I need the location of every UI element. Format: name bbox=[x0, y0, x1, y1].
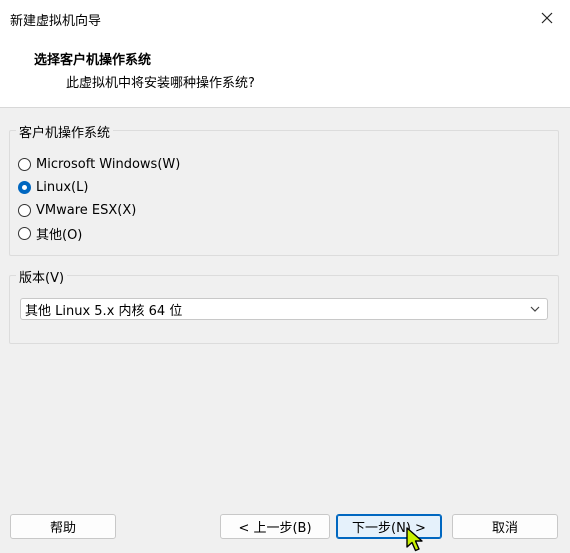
version-legend: 版本(V) bbox=[16, 267, 68, 286]
os-option-other[interactable]: 其他(O) bbox=[18, 223, 82, 243]
chevron-down-icon bbox=[530, 306, 540, 312]
page-title: 选择客户机操作系统 bbox=[34, 53, 152, 68]
os-option-label: Linux(L) bbox=[36, 179, 89, 195]
os-option-label: VMware ESX(X) bbox=[36, 202, 137, 218]
guest-os-legend: 客户机操作系统 bbox=[16, 122, 114, 141]
back-button[interactable]: < 上一步(B) bbox=[220, 514, 330, 539]
radio-button-checked[interactable] bbox=[18, 180, 31, 194]
version-selected-value: 其他 Linux 5.x 内核 64 位 bbox=[25, 303, 183, 319]
version-select[interactable]: 其他 Linux 5.x 内核 64 位 bbox=[20, 298, 548, 320]
radio-button[interactable] bbox=[18, 226, 31, 240]
version-group: 版本(V) 其他 Linux 5.x 内核 64 位 bbox=[9, 267, 559, 344]
radio-button[interactable] bbox=[18, 203, 31, 217]
guest-os-group: 客户机操作系统 Microsoft Windows(W) Linux(L) VM… bbox=[9, 122, 559, 256]
radio-button[interactable] bbox=[18, 157, 31, 171]
page-subtitle: 此虚拟机中将安装哪种操作系统? bbox=[66, 76, 255, 91]
os-option-label: 其他(O) bbox=[36, 227, 83, 243]
os-option-windows[interactable]: Microsoft Windows(W) bbox=[18, 154, 180, 174]
close-icon bbox=[541, 12, 553, 24]
wizard-header: 选择客户机操作系统 此虚拟机中将安装哪种操作系统? bbox=[0, 36, 570, 108]
help-button[interactable]: 帮助 bbox=[10, 514, 116, 539]
close-button[interactable] bbox=[524, 0, 570, 36]
os-option-esx[interactable]: VMware ESX(X) bbox=[18, 200, 136, 220]
os-option-label: Microsoft Windows(W) bbox=[36, 156, 181, 172]
mouse-cursor-icon bbox=[406, 527, 423, 552]
window-title: 新建虚拟机向导 bbox=[10, 14, 102, 29]
cancel-button[interactable]: 取消 bbox=[452, 514, 558, 539]
os-option-linux[interactable]: Linux(L) bbox=[18, 177, 88, 197]
title-bar: 新建虚拟机向导 bbox=[0, 0, 570, 36]
